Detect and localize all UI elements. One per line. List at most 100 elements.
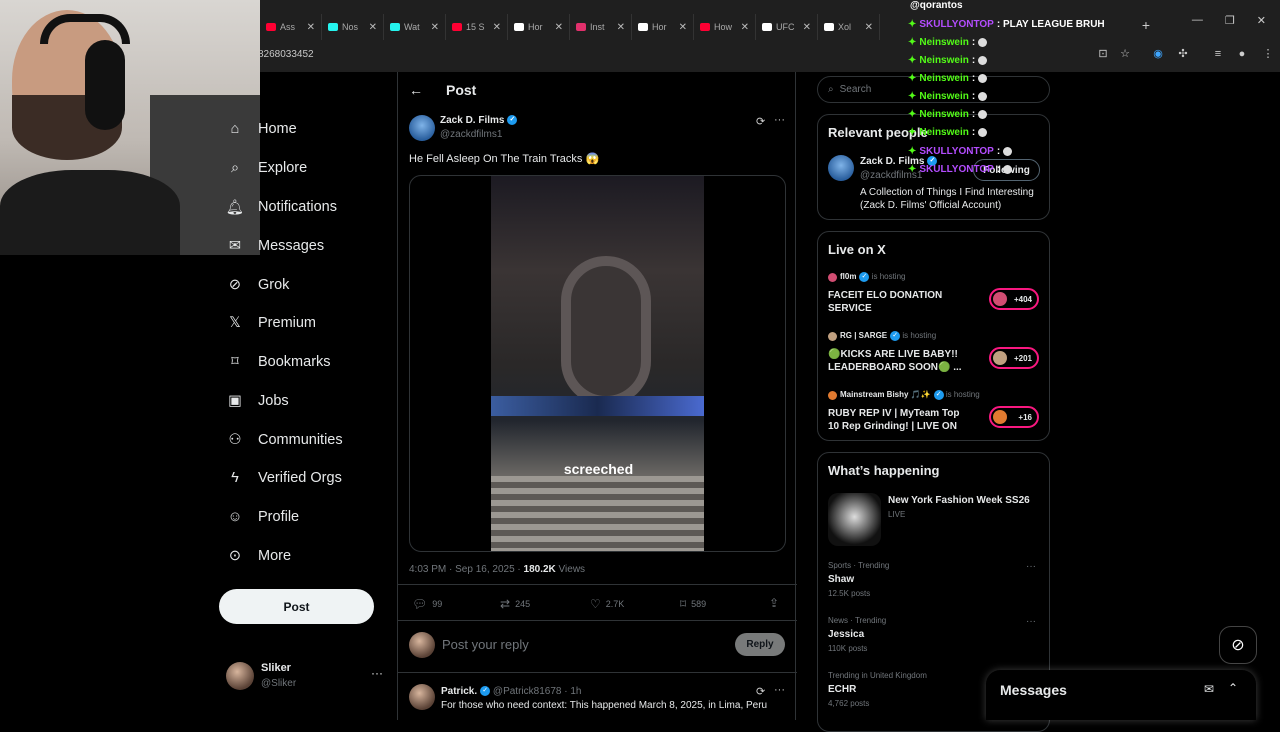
chat-badge-icon: ✦ xyxy=(908,72,917,84)
minimize-icon[interactable]: — xyxy=(1192,14,1203,27)
browser-tab[interactable]: How ✕ xyxy=(694,14,756,40)
browser-tab[interactable]: UFC ✕ xyxy=(756,14,818,40)
tab-favicon-icon xyxy=(266,23,276,31)
like-action[interactable]: ♡ 2.7K xyxy=(590,597,624,611)
browser-tab[interactable]: Hor ✕ xyxy=(632,14,694,40)
featured-title[interactable]: New York Fashion Week SS26 xyxy=(888,495,1030,506)
live-item[interactable]: Mainstream Bishy 🎵✨ ✓ is hosting RUBY REP … xyxy=(818,388,1051,438)
bookmark-action[interactable]: ⌑ 589 xyxy=(680,597,706,611)
tweet-author[interactable]: Zack D. Films ✓ xyxy=(440,115,518,126)
install-icon[interactable]: ⊡ xyxy=(1097,48,1109,60)
tweet-video[interactable]: screeched xyxy=(409,175,786,552)
verified-badge-icon: ✓ xyxy=(859,272,870,282)
new-tab-icon[interactable]: + xyxy=(1140,18,1152,32)
live-item[interactable]: RG | SARGE ✓ is hosting 🟢KICKS ARE LIVE BA… xyxy=(818,329,1051,379)
grok-explain-icon[interactable]: ⟳ xyxy=(756,115,765,128)
tab-close-icon[interactable]: ✕ xyxy=(679,22,687,33)
browser-tab[interactable]: Wat ✕ xyxy=(384,14,446,40)
account-switcher[interactable]: Sliker @Sliker ··· xyxy=(226,660,386,694)
trend-item[interactable]: Sports · Trending Shaw 12.5K posts ··· xyxy=(818,561,1051,611)
puzzle-icon[interactable]: ✣ xyxy=(1177,48,1189,60)
relevant-avatar[interactable] xyxy=(828,155,854,181)
more-dots-icon[interactable]: ··· xyxy=(371,666,383,680)
nav-item-verified-orgs[interactable]: ϟ Verified Orgs xyxy=(226,463,342,493)
tab-close-icon[interactable]: ✕ xyxy=(741,22,749,33)
happening-title: What’s happening xyxy=(828,463,940,478)
grok-explain-icon[interactable]: ⟳ xyxy=(756,685,765,698)
browser-tab[interactable]: Hor ✕ xyxy=(508,14,570,40)
maximize-icon[interactable]: ❐ xyxy=(1225,14,1235,27)
compose-message-icon[interactable]: ✉ xyxy=(1204,682,1214,696)
tab-close-icon[interactable]: ✕ xyxy=(865,22,873,33)
chat-emote-icon xyxy=(978,55,988,65)
more-options-icon[interactable]: ··· xyxy=(774,684,785,696)
trend-more-icon[interactable]: ··· xyxy=(1026,616,1036,627)
browser-tab[interactable]: 15 S ✕ xyxy=(446,14,508,40)
live-listeners-pill[interactable]: +201 xyxy=(989,347,1039,369)
browser-tab[interactable]: Nos ✕ xyxy=(322,14,384,40)
tab-close-icon[interactable]: ✕ xyxy=(307,22,315,33)
browser-tab[interactable]: Ass ✕ xyxy=(260,14,322,40)
repost-action[interactable]: ⇄ 245 xyxy=(500,597,530,611)
profile-icon[interactable]: ● xyxy=(1236,48,1248,60)
trend-context: News · Trending xyxy=(828,616,887,625)
tab-label: Wat xyxy=(404,22,420,32)
grok-button[interactable]: ⊘ xyxy=(1219,626,1257,664)
nav-item-messages[interactable]: ✉ Messages xyxy=(226,231,324,261)
nav-item-bookmarks[interactable]: ⌑ Bookmarks xyxy=(226,347,330,377)
chat-message: ✦ Neinswein: xyxy=(908,125,988,139)
tab-close-icon[interactable]: ✕ xyxy=(803,22,811,33)
reply-input[interactable]: Post your reply xyxy=(442,637,529,652)
back-arrow-icon[interactable]: ← xyxy=(409,82,423,98)
tab-label: UFC xyxy=(776,22,795,32)
close-icon[interactable]: ✕ xyxy=(1257,14,1266,27)
reply-action[interactable]: 💬︎ 99 xyxy=(412,597,442,611)
search-icon: ⌕ xyxy=(828,84,834,95)
nav-item-more[interactable]: ⊙ More xyxy=(226,541,291,571)
share-icon[interactable]: ⇪ xyxy=(769,596,779,610)
search-input[interactable]: Search xyxy=(840,84,872,95)
chevron-up-icon[interactable]: ⌃ xyxy=(1228,681,1238,695)
tweet-author-avatar[interactable] xyxy=(409,115,435,141)
reply-author[interactable]: Patrick. xyxy=(441,686,477,697)
tab-close-icon[interactable]: ✕ xyxy=(369,22,377,33)
browser-tab[interactable]: Inst ✕ xyxy=(570,14,632,40)
star-icon[interactable]: ☆ xyxy=(1119,48,1131,60)
browser-tab[interactable]: Xol ✕ xyxy=(818,14,880,40)
live-listeners-pill[interactable]: +404 xyxy=(989,288,1039,310)
tab-close-icon[interactable]: ✕ xyxy=(555,22,563,33)
tab-close-icon[interactable]: ✕ xyxy=(493,22,501,33)
menu-icon[interactable]: ⋮ xyxy=(1262,48,1274,60)
chat-text: : xyxy=(971,72,976,84)
live-listeners-pill[interactable]: +16 xyxy=(989,406,1039,428)
nav-item-grok[interactable]: ⊘ Grok xyxy=(226,270,290,300)
messages-drawer[interactable]: Messages ✉ ⌃ xyxy=(986,670,1256,720)
nav-item-communities[interactable]: ⚇ Communities xyxy=(226,425,343,455)
tab-close-icon[interactable]: ✕ xyxy=(431,22,439,33)
featured-image[interactable] xyxy=(828,493,881,546)
heart-icon: ♡ xyxy=(590,597,601,611)
nav-item-notifications[interactable]: 🔔︎ Notifications xyxy=(226,192,337,222)
reply-button[interactable]: Reply xyxy=(735,633,785,656)
nav-item-home[interactable]: ⌂ Home xyxy=(226,114,297,144)
chat-text: : xyxy=(971,36,976,48)
more-options-icon[interactable]: ··· xyxy=(774,114,785,126)
trend-more-icon[interactable]: ··· xyxy=(1026,561,1036,572)
post-button[interactable]: Post xyxy=(219,589,374,624)
chat-username: Neinswein xyxy=(919,126,969,138)
extension-icon[interactable]: ◉ xyxy=(1152,48,1164,60)
live-host-row: Mainstream Bishy 🎵✨ ✓ is hosting xyxy=(828,390,980,400)
media-icon[interactable]: ≡ xyxy=(1212,48,1224,60)
reply-author-avatar[interactable] xyxy=(409,684,435,710)
tab-favicon-icon xyxy=(824,23,834,31)
nav-item-jobs[interactable]: ▣ Jobs xyxy=(226,386,289,416)
nav-item-premium[interactable]: 𝕏 Premium xyxy=(226,308,316,338)
nav-item-profile[interactable]: ☺ Profile xyxy=(226,502,300,532)
live-item[interactable]: fl0m ✓ is hosting FACEIT ELO DONATION SERV… xyxy=(818,270,1051,320)
reply-time: · 1h xyxy=(564,686,582,697)
nav-item-explore[interactable]: ⌕ Explore xyxy=(226,153,307,183)
tab-close-icon[interactable]: ✕ xyxy=(617,22,625,33)
chat-badge-icon: ✦ xyxy=(908,18,917,30)
trend-item[interactable]: News · Trending Jessica 110K posts ··· xyxy=(818,616,1051,666)
host-avatar xyxy=(828,331,837,341)
